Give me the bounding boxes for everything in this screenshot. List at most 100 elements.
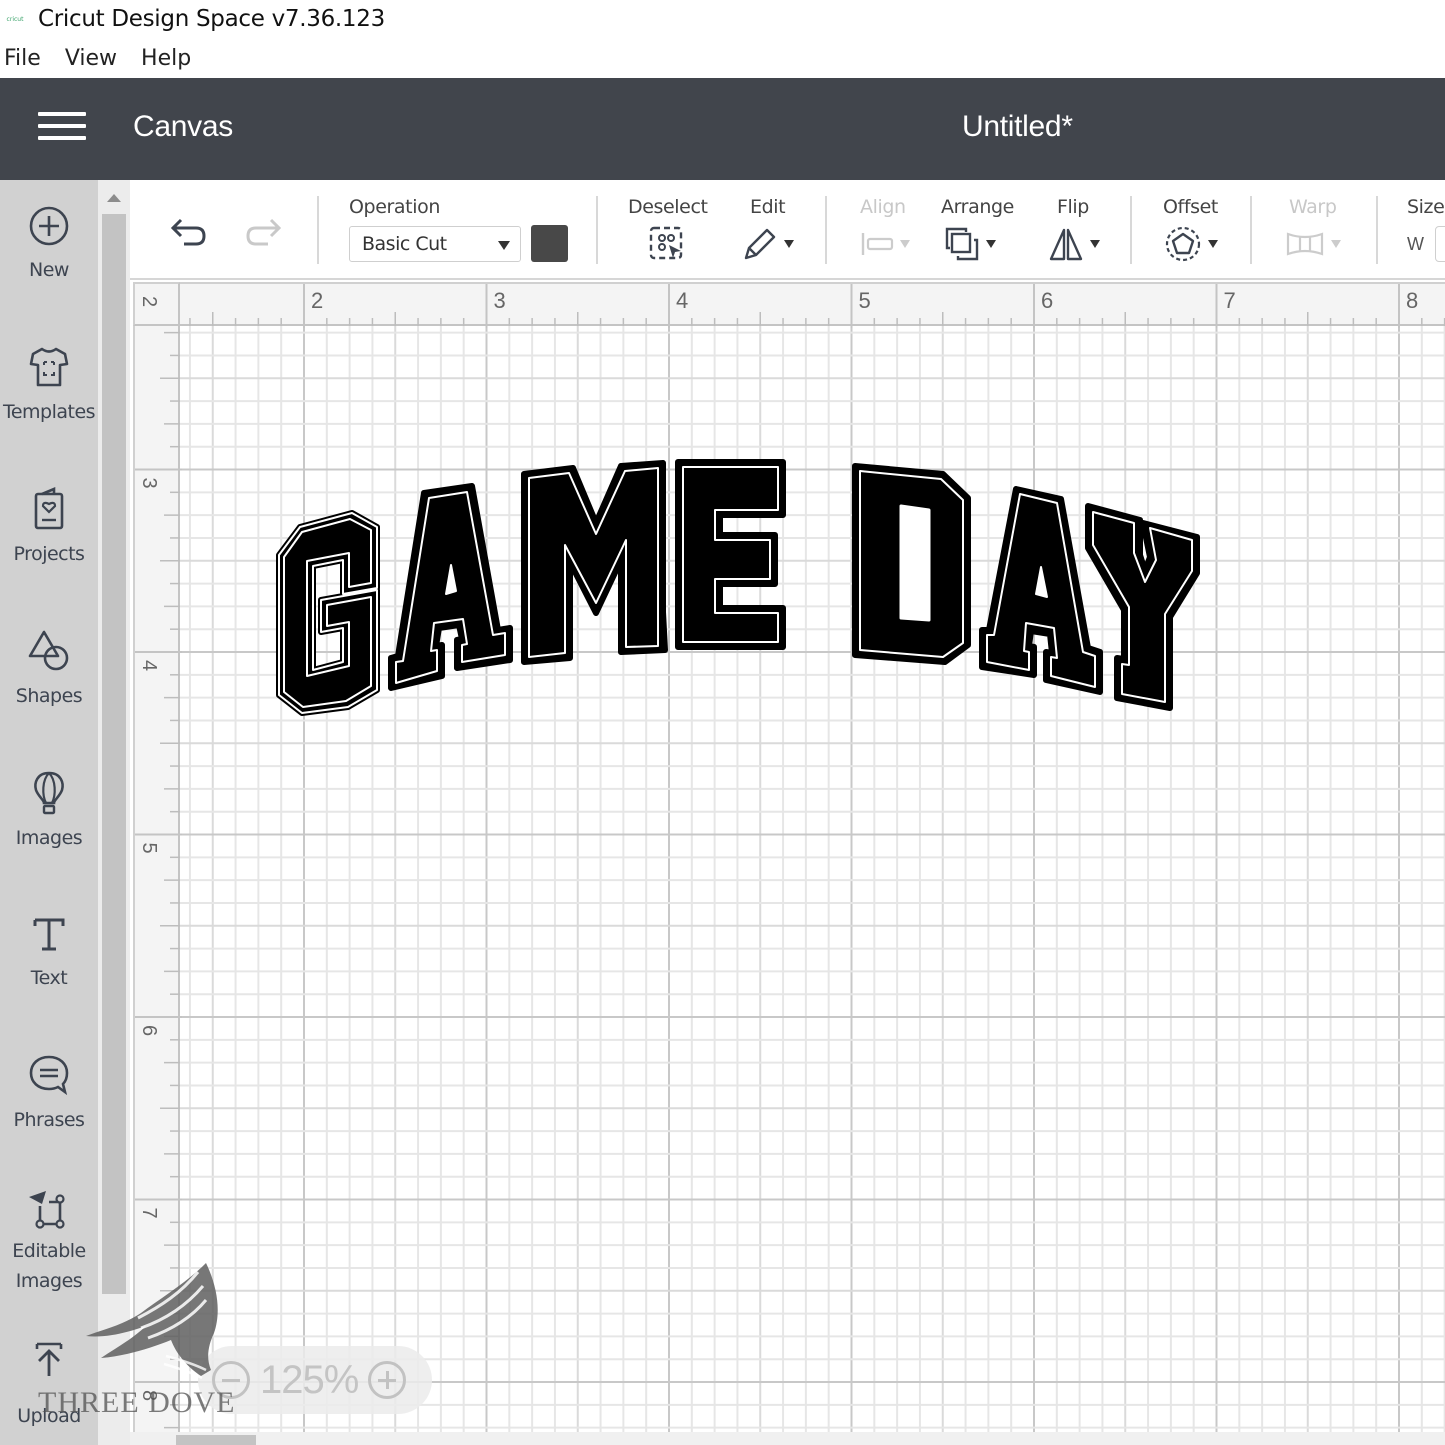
ruler-top-label: 3 bbox=[494, 288, 506, 313]
section-title: Canvas bbox=[133, 110, 233, 143]
offset-button[interactable] bbox=[1164, 224, 1218, 264]
scrollbar-thumb[interactable] bbox=[176, 1435, 256, 1445]
menu-file[interactable]: File bbox=[4, 46, 41, 71]
sidebar-item-phrases[interactable]: Phrases bbox=[0, 1052, 98, 1136]
arrange-button[interactable] bbox=[944, 224, 996, 264]
speech-bubble-icon bbox=[29, 1055, 69, 1096]
sidebar-item-shapes[interactable]: Shapes bbox=[0, 628, 98, 712]
flip-label: Flip bbox=[1057, 196, 1089, 218]
chevron-down-icon bbox=[1331, 240, 1341, 248]
ruler-left-label: 6 bbox=[138, 1025, 160, 1036]
window-title: Cricut Design Space v7.36.123 bbox=[38, 6, 385, 32]
ruler-left-label: 7 bbox=[138, 1208, 160, 1219]
chevron-down-icon bbox=[986, 240, 996, 248]
sidebar-item-label: Projects bbox=[13, 543, 85, 565]
sidebar-item-text[interactable]: Text bbox=[0, 912, 98, 994]
sidebar-item-label-line2: Images bbox=[15, 1270, 83, 1292]
ruler-top-label: 5 bbox=[859, 288, 871, 313]
design-canvas[interactable] bbox=[133, 282, 1445, 1432]
menu-help[interactable]: Help bbox=[141, 46, 191, 71]
canvas-grid bbox=[133, 282, 1445, 1432]
zoom-control: 125% bbox=[198, 1346, 432, 1414]
ruler-corner-label: 2 bbox=[138, 295, 161, 308]
edit-button[interactable] bbox=[742, 224, 794, 264]
sidebar-item-label: Shapes bbox=[15, 685, 83, 707]
chevron-down-icon bbox=[1208, 240, 1218, 248]
sidebar-item-label: New bbox=[29, 259, 69, 281]
toolbar-divider bbox=[317, 196, 319, 264]
warp-button[interactable] bbox=[1285, 224, 1341, 264]
letter-g[interactable] bbox=[276, 510, 380, 716]
ruler-top-label: 6 bbox=[1041, 288, 1053, 313]
chevron-down-icon bbox=[900, 240, 910, 248]
ruler-left-label: 5 bbox=[138, 843, 160, 854]
zoom-out-button[interactable] bbox=[212, 1361, 250, 1399]
ruler-top-label: 8 bbox=[1406, 288, 1418, 313]
sidebar-item-label: Editable bbox=[12, 1240, 86, 1262]
zoom-in-button[interactable] bbox=[368, 1361, 407, 1399]
size-width-label: W bbox=[1407, 234, 1424, 254]
operation-select[interactable]: Basic Cut bbox=[349, 226, 521, 262]
arrange-icon bbox=[945, 227, 979, 261]
warp-label: Warp bbox=[1289, 196, 1337, 218]
ruler-top-label: 7 bbox=[1224, 288, 1236, 313]
operation-label: Operation bbox=[349, 196, 440, 218]
sidebar-item-upload[interactable]: Upload bbox=[0, 1340, 98, 1432]
menu-bar: File View Help bbox=[0, 38, 1445, 78]
plus-circle-icon bbox=[29, 206, 69, 246]
ruler-corner: 2 bbox=[133, 282, 180, 326]
scroll-up-arrow-icon[interactable] bbox=[107, 194, 121, 202]
letter-e[interactable] bbox=[675, 459, 786, 650]
horizontal-ruler: 2 3 4 5 6 7 8 bbox=[133, 282, 1445, 328]
letter-d[interactable] bbox=[852, 463, 971, 665]
ruler-top-label: 2 bbox=[311, 288, 323, 313]
sidebar-item-label: Phrases bbox=[13, 1109, 85, 1131]
toolbar-divider bbox=[596, 196, 598, 264]
shapes-icon bbox=[28, 630, 69, 671]
document-title[interactable]: Untitled* bbox=[962, 110, 1073, 144]
sidebar-item-new[interactable]: New bbox=[0, 204, 98, 286]
toolbar-divider bbox=[1376, 196, 1378, 264]
canvas-horizontal-scrollbar[interactable] bbox=[130, 1432, 1445, 1445]
hamburger-menu-icon[interactable] bbox=[38, 112, 86, 144]
operation-color-swatch[interactable] bbox=[531, 225, 568, 262]
align-button[interactable] bbox=[860, 224, 910, 264]
align-icon bbox=[861, 233, 894, 255]
text-t-icon bbox=[33, 918, 65, 951]
chevron-down-icon bbox=[1090, 240, 1100, 248]
toolbar-divider bbox=[1130, 196, 1132, 264]
redo-button[interactable] bbox=[242, 214, 286, 254]
undo-icon bbox=[170, 218, 206, 246]
flip-icon bbox=[1049, 228, 1083, 261]
undo-button[interactable] bbox=[166, 214, 210, 254]
sidebar-item-templates[interactable]: Templates bbox=[0, 344, 98, 428]
deselect-button[interactable] bbox=[648, 224, 686, 264]
size-width-input[interactable] bbox=[1435, 226, 1445, 262]
sidebar-item-label: Text bbox=[30, 967, 68, 989]
ruler-left-label: 4 bbox=[138, 660, 160, 671]
sidebar-item-editable-images[interactable]: Editable Images bbox=[0, 1184, 98, 1296]
sidebar-scrollbar[interactable] bbox=[98, 180, 130, 1445]
flip-button[interactable] bbox=[1048, 224, 1100, 264]
ruler-left-label: 8 bbox=[138, 1390, 160, 1401]
left-sidebar: New Templates Projects Shapes Images Tex… bbox=[0, 180, 98, 1445]
zoom-level: 125% bbox=[260, 1357, 359, 1402]
sidebar-item-images[interactable]: Images bbox=[0, 770, 98, 854]
sidebar-item-projects[interactable]: Projects bbox=[0, 486, 98, 570]
vertical-ruler: 3 4 5 6 7 8 bbox=[133, 282, 182, 1432]
app-header: Canvas Untitled* bbox=[0, 78, 1445, 180]
offset-icon bbox=[1165, 226, 1201, 262]
toolbar-divider bbox=[1250, 196, 1252, 264]
menu-view[interactable]: View bbox=[65, 46, 117, 71]
scrollbar-thumb[interactable] bbox=[102, 214, 126, 1294]
arrange-label: Arrange bbox=[941, 196, 1014, 218]
tshirt-icon bbox=[29, 347, 69, 387]
deselect-icon bbox=[649, 226, 683, 260]
pencil-icon bbox=[744, 228, 776, 260]
edit-label: Edit bbox=[750, 196, 786, 218]
warp-icon bbox=[1286, 232, 1324, 256]
edit-toolbar: Operation Basic Cut Deselect Edit Align … bbox=[130, 180, 1445, 280]
card-heart-icon bbox=[34, 487, 64, 530]
sidebar-item-label: Upload bbox=[17, 1405, 81, 1427]
upload-icon bbox=[35, 1342, 63, 1376]
